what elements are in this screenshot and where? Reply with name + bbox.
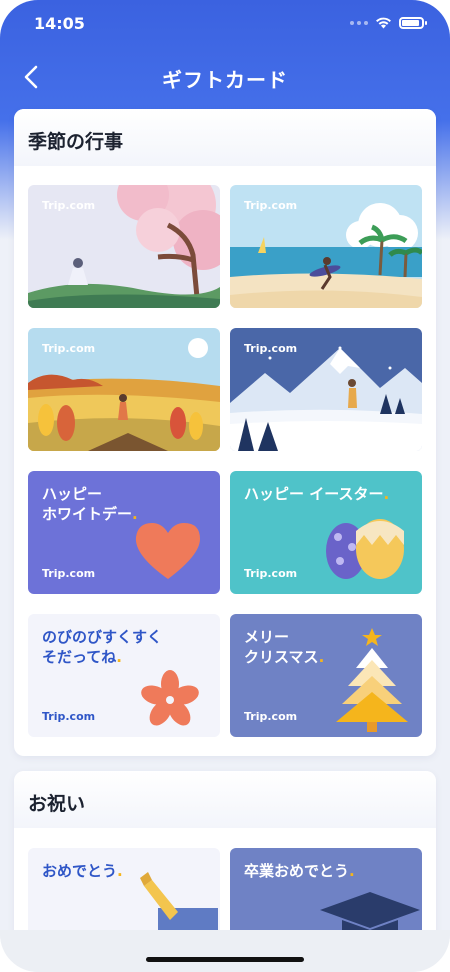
card-message: おめでとう. (42, 861, 123, 881)
gift-card-beach[interactable]: Trip.com (230, 185, 422, 308)
card-message: ハッピー イースター. (244, 484, 389, 504)
gift-card-autumn[interactable]: Trip.com (28, 328, 220, 451)
accent-dot: . (117, 862, 123, 880)
card-message: メリー クリスマス. (244, 627, 324, 667)
gift-card-easter[interactable]: ハッピー イースター. Trip.com (230, 471, 422, 594)
page-title: ギフトカード (162, 68, 288, 92)
accent-dot: . (318, 648, 325, 666)
status-bar: 14:05 (0, 0, 450, 50)
gift-card-childrens-day[interactable]: のびのびすくすく そだってね. Trip.com (28, 614, 220, 737)
section-seasonal: 季節の行事 Trip.com Trip.com Trip.com Trip.co… (14, 109, 436, 756)
brand-label: Trip.com (244, 342, 298, 355)
brand-label: Trip.com (244, 567, 298, 580)
card-message-text: 卒業おめでとう (244, 862, 350, 880)
brand-label: Trip.com (244, 710, 298, 723)
card-message-text: ハッピー ホワイトデー (42, 485, 133, 523)
nav-bar: ギフトカード (0, 56, 450, 100)
card-message-text: のびのびすくすく そだってね (42, 628, 163, 666)
status-icons (350, 17, 427, 29)
accent-dot: . (349, 862, 355, 880)
section-title: 季節の行事 (14, 109, 436, 166)
card-message: のびのびすくすく そだってね. (42, 627, 162, 667)
brand-label: Trip.com (42, 199, 96, 212)
accent-dot: . (383, 485, 390, 503)
home-indicator-bar (0, 930, 450, 972)
accent-dot: . (132, 505, 138, 523)
brand-label: Trip.com (42, 342, 96, 355)
card-message: ハッピー ホワイトデー. (42, 484, 138, 524)
section-title: お祝い (14, 771, 436, 828)
wifi-icon (376, 17, 391, 29)
gift-card-christmas[interactable]: メリー クリスマス. Trip.com (230, 614, 422, 737)
accent-dot: . (116, 648, 122, 666)
gift-card-white-day[interactable]: ハッピー ホワイトデー. Trip.com (28, 471, 220, 594)
home-indicator[interactable] (146, 957, 304, 962)
brand-label: Trip.com (42, 710, 96, 723)
status-time: 14:05 (34, 14, 85, 33)
gift-card-snow[interactable]: Trip.com (230, 328, 422, 451)
card-message-text: おめでとう (42, 862, 118, 880)
card-message: 卒業おめでとう. (244, 861, 355, 881)
brand-label: Trip.com (244, 199, 298, 212)
card-message-text: ハッピー イースター (244, 485, 384, 503)
gift-card-cherry-blossom[interactable]: Trip.com (28, 185, 220, 308)
battery-icon (399, 17, 427, 29)
phone-screen: 14:05 ギフトカード 季節の行事 Trip.com Trip.com Tri… (0, 0, 450, 972)
card-message-text: メリー クリスマス (244, 628, 319, 666)
brand-label: Trip.com (42, 567, 96, 580)
signal-icon (350, 21, 368, 25)
